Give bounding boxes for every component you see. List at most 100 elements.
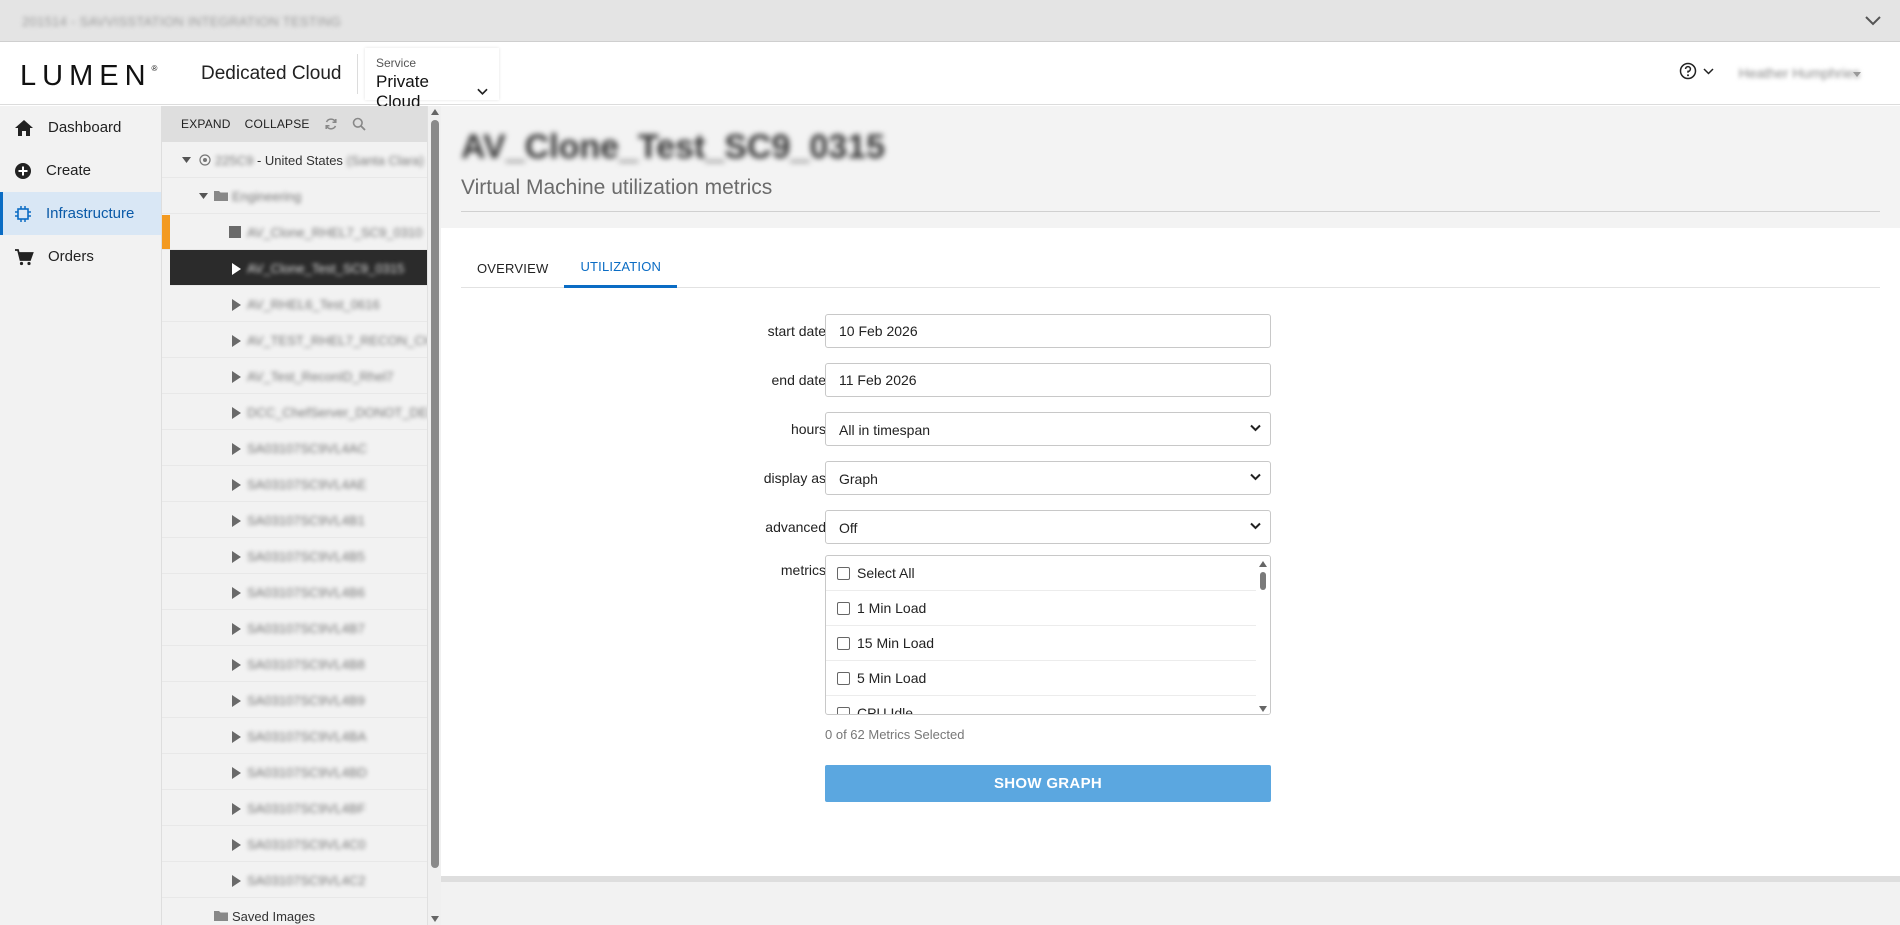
tree-root-datacenter[interactable]: 225C9 - United States (Santa Clara) <box>162 142 427 178</box>
tree-vm-item[interactable]: AV_Test_ReconID_Rhel7 <box>162 358 427 394</box>
metric-option[interactable]: 5 Min Load <box>826 661 1256 696</box>
hours-select[interactable]: All in timespan <box>825 412 1271 446</box>
checkbox[interactable] <box>837 671 850 685</box>
checkbox[interactable] <box>837 636 850 650</box>
display-row: display as Graph <box>441 461 1900 495</box>
refresh-icon[interactable] <box>324 117 338 131</box>
scroll-thumb[interactable] <box>1260 572 1266 590</box>
metric-option[interactable]: 1 Min Load <box>826 591 1256 626</box>
caret-down-icon[interactable] <box>182 157 191 164</box>
tab-overview[interactable]: OVERVIEW <box>461 248 564 288</box>
cart-icon <box>15 248 34 265</box>
tree-vm-item[interactable]: SA03107SC9VL4B1 <box>162 502 427 538</box>
search-icon[interactable] <box>352 117 366 131</box>
display-select[interactable]: Graph <box>825 461 1271 495</box>
running-vm-icon <box>232 299 241 311</box>
show-graph-button[interactable]: SHOW GRAPH <box>825 765 1271 802</box>
metrics-scrollbar[interactable] <box>1256 556 1270 714</box>
datacenter-location: (Santa Clara) <box>346 153 424 168</box>
tree-vm-item[interactable]: AV_Clone_RHEL7_SC9_0310 <box>162 214 427 250</box>
tree-vm-item[interactable]: SA03107SC9VL4AC <box>162 430 427 466</box>
running-vm-icon <box>232 623 241 635</box>
tab-bar: OVERVIEW UTILIZATION <box>461 248 1880 288</box>
tree-vm-item[interactable]: SA03107SC9VL4BA <box>162 718 427 754</box>
header-divider <box>461 211 1880 212</box>
plus-circle-icon <box>15 162 31 179</box>
vm-label: AV_TEST_RHEL7_RECON_CHEF <box>247 333 427 348</box>
tree-folder-engineering[interactable]: Engineering <box>162 178 427 214</box>
tree-vm-item[interactable]: SA03107SC9VL4BD <box>162 754 427 790</box>
running-vm-icon <box>232 839 241 851</box>
chevron-down-icon[interactable] <box>1862 10 1884 32</box>
vm-label: SA03107SC9VL4B9 <box>247 693 365 708</box>
start-date-label: start date <box>767 323 826 339</box>
tree-vm-item[interactable]: SA03107SC9VL4C2 <box>162 862 427 898</box>
caret-down-icon[interactable] <box>199 193 208 200</box>
running-vm-icon <box>232 731 241 743</box>
metrics-list: Select All 1 Min Load 15 Min Load 5 Min … <box>825 555 1271 715</box>
tree-vm-item[interactable]: SA03107SC9VL4AE <box>162 466 427 502</box>
running-vm-icon <box>232 443 241 455</box>
scroll-down-arrow[interactable] <box>431 916 439 922</box>
tree-scrollbar[interactable] <box>427 106 441 925</box>
tree-vm-item[interactable]: AV_TEST_RHEL7_RECON_CHEF <box>162 322 427 358</box>
scroll-thumb[interactable] <box>431 120 439 868</box>
tree-vm-item[interactable]: SA03107SC9VL4BF <box>162 790 427 826</box>
page-subtitle: Virtual Machine utilization metrics <box>461 176 773 199</box>
help-icon <box>1679 62 1697 80</box>
tree-vm-item[interactable]: SA03107SC9VL4C0 <box>162 826 427 862</box>
scroll-up-arrow[interactable] <box>431 109 439 115</box>
checkbox[interactable] <box>837 566 850 580</box>
advanced-select[interactable]: Off <box>825 510 1271 544</box>
tree-toolbar: EXPAND COLLAPSE <box>162 106 427 142</box>
vm-label: SA03107SC9VL4B8 <box>247 657 365 672</box>
nav-item-dashboard[interactable]: Dashboard <box>0 106 161 149</box>
app-header: LUMEN® Dedicated Cloud Service Private C… <box>0 42 1900 111</box>
metric-option-select-all[interactable]: Select All <box>826 556 1256 591</box>
home-icon <box>15 119 33 136</box>
scroll-up-arrow[interactable] <box>1259 561 1267 567</box>
metric-label: 15 Min Load <box>857 635 935 651</box>
end-date-input[interactable] <box>825 363 1271 397</box>
tree-vm-item[interactable]: SA03107SC9VL4B5 <box>162 538 427 574</box>
scroll-down-arrow[interactable] <box>1259 706 1267 712</box>
running-vm-icon <box>232 263 241 275</box>
vm-label: SA03107SC9VL4BF <box>247 801 366 816</box>
checkbox[interactable] <box>837 601 850 615</box>
tree-vm-item[interactable]: SA03107SC9VL4B8 <box>162 646 427 682</box>
running-vm-icon <box>232 875 241 887</box>
tree-vm-item[interactable]: AV_RHEL6_Test_0616 <box>162 286 427 322</box>
lumen-logo[interactable]: LUMEN® <box>20 60 157 93</box>
resource-tree: EXPAND COLLAPSE 225C9 - United States (S… <box>162 106 427 925</box>
tree-vm-item-selected[interactable]: AV_Clone_Test_SC9_0315 <box>170 250 427 286</box>
service-selector[interactable]: Service Private Cloud <box>365 48 499 111</box>
nav-item-create[interactable]: Create <box>0 149 161 192</box>
tab-utilization[interactable]: UTILIZATION <box>564 248 678 288</box>
chevron-down-icon <box>1250 522 1261 530</box>
stopped-vm-icon <box>229 226 241 238</box>
collapse-button[interactable]: COLLAPSE <box>245 117 310 131</box>
metric-option[interactable]: CPU Idle <box>826 696 1256 714</box>
expand-button[interactable]: EXPAND <box>181 117 231 131</box>
tree-vm-item[interactable]: SA03107SC9VL4B6 <box>162 574 427 610</box>
nav-item-infrastructure[interactable]: Infrastructure <box>0 192 161 235</box>
user-menu[interactable]: Heather Humphries <box>1739 65 1860 81</box>
tree-folder-saved-images[interactable]: Saved Images <box>162 898 427 925</box>
vm-label: AV_Clone_RHEL7_SC9_0310 <box>247 225 423 240</box>
nav-item-orders[interactable]: Orders <box>0 235 161 278</box>
tree-vm-item[interactable]: SA03107SC9VL4B9 <box>162 682 427 718</box>
tree-vm-item[interactable]: DCC_ChefServer_DONOT_DELETE <box>162 394 427 430</box>
checkbox[interactable] <box>837 706 850 714</box>
caret-down-icon[interactable] <box>1853 72 1861 77</box>
vm-label: SA03107SC9VL4C2 <box>247 873 366 888</box>
metric-option[interactable]: 15 Min Load <box>826 626 1256 661</box>
running-vm-icon <box>232 335 241 347</box>
help-menu[interactable] <box>1679 62 1714 80</box>
product-name: Dedicated Cloud <box>201 63 342 84</box>
tree-vm-item[interactable]: SA03107SC9VL4B7 <box>162 610 427 646</box>
utilization-card: OVERVIEW UTILIZATION start date end date… <box>441 228 1900 876</box>
start-date-input[interactable] <box>825 314 1271 348</box>
header-divider <box>357 54 358 94</box>
page-title: AV_Clone_Test_SC9_0315 <box>461 128 885 166</box>
folder-icon <box>214 911 228 921</box>
